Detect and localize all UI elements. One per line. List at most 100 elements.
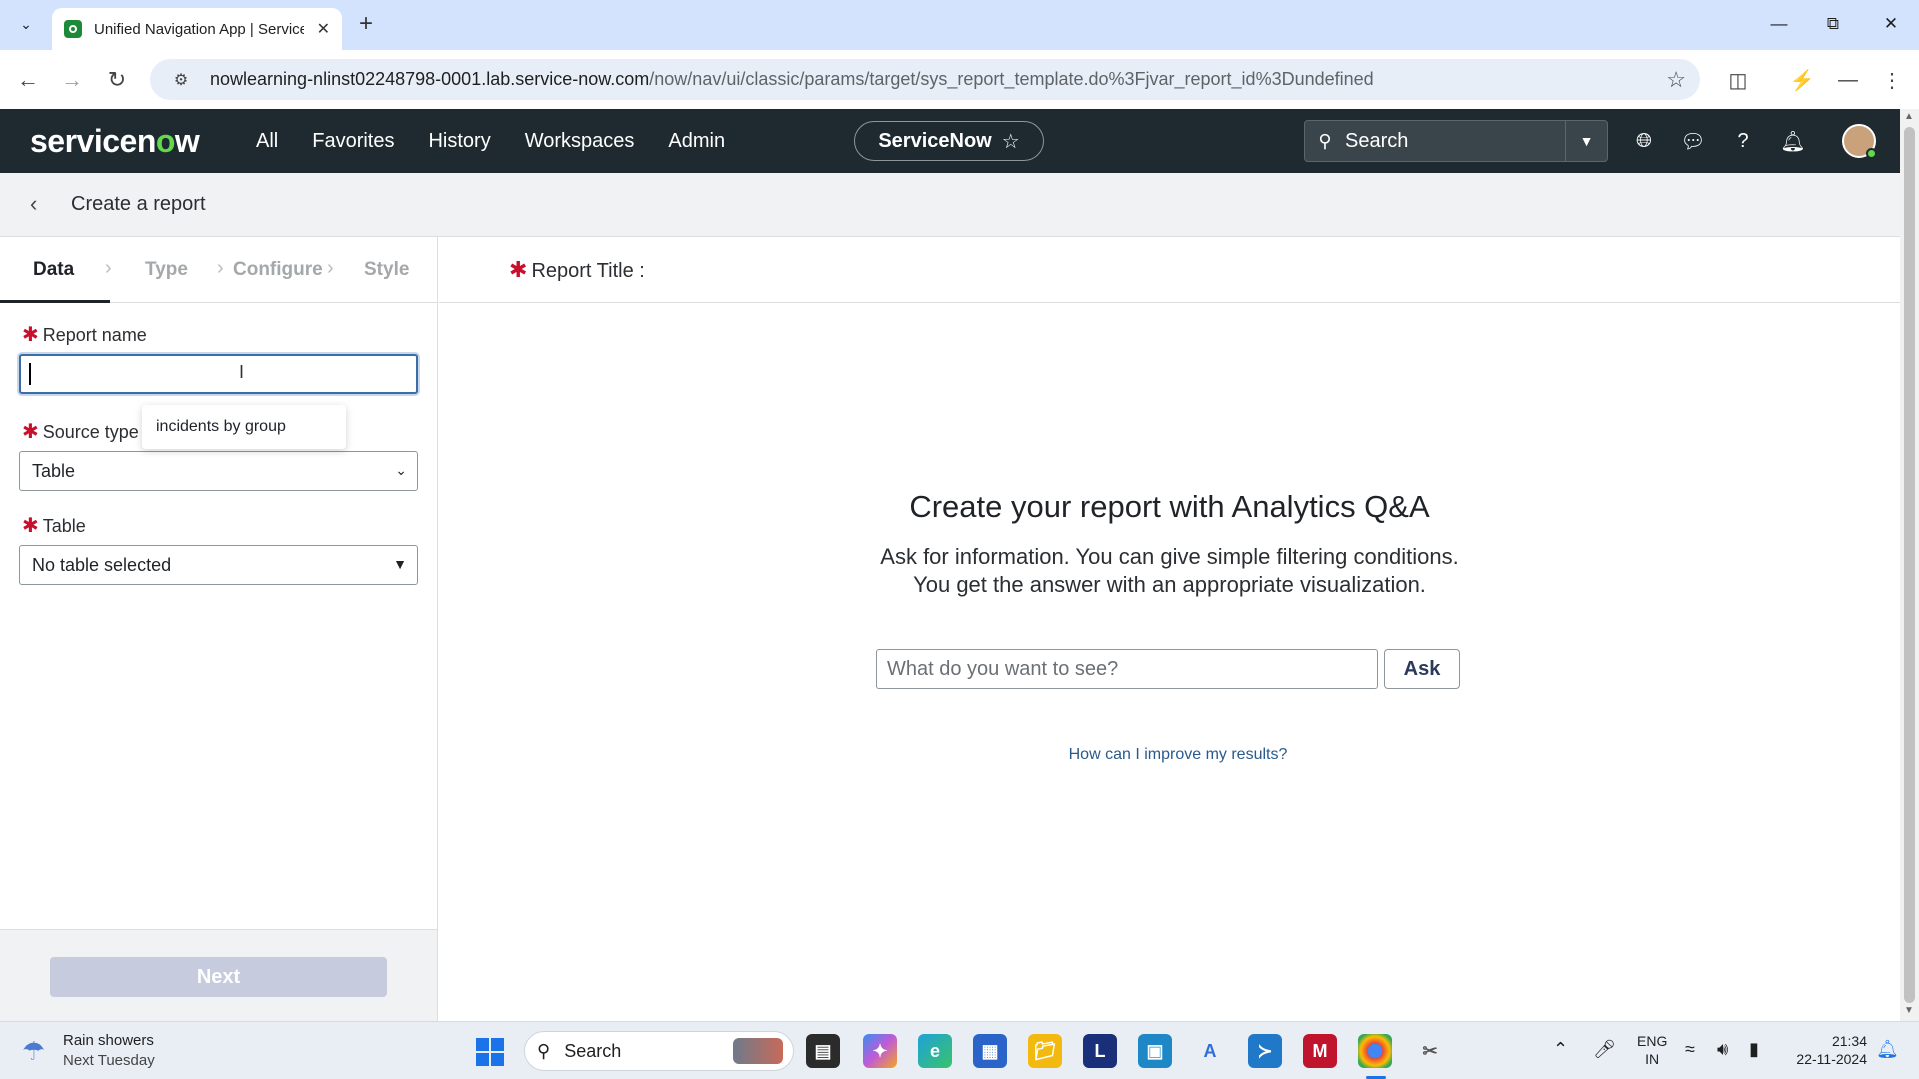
minimize-icon[interactable]: —	[1754, 8, 1804, 40]
page-scrollbar[interactable]: ▲ ▼	[1900, 109, 1919, 1021]
nav-workspaces[interactable]: Workspaces	[525, 130, 635, 153]
table-value: No table selected	[32, 554, 172, 575]
extensions-icon[interactable]: ◫	[1722, 64, 1754, 96]
taskbar-search[interactable]: ⚲ Search	[524, 1031, 794, 1071]
battery-icon[interactable]: ▮	[1749, 1039, 1759, 1060]
globe-icon[interactable]: 🌐︎	[1630, 127, 1658, 155]
site-info-icon[interactable]: ⚙	[170, 69, 192, 91]
l-app-icon[interactable]: L	[1083, 1034, 1117, 1068]
step-configure[interactable]: Configure	[233, 259, 323, 281]
improve-results-link[interactable]: How can I improve my results?	[439, 746, 1917, 764]
qa-question-input[interactable]: What do you want to see?	[876, 649, 1378, 689]
report-name-label: ✱ Report name	[22, 322, 147, 347]
panel-footer: Next	[0, 929, 437, 1021]
search-icon: ⚲	[1318, 130, 1332, 151]
weather-title[interactable]: Rain showers	[63, 1032, 154, 1049]
logo-text-left: servicen	[30, 123, 156, 159]
report-name-input[interactable]: I	[19, 354, 418, 394]
step-style[interactable]: Style	[364, 259, 409, 281]
favorite-star-icon[interactable]: ☆	[1002, 129, 1020, 154]
chrome-icon[interactable]	[1358, 1034, 1392, 1068]
weather-rain-icon[interactable]: ☂	[22, 1036, 45, 1067]
mcafee-icon[interactable]: M	[1303, 1034, 1337, 1068]
step-data[interactable]: Data	[33, 259, 74, 281]
help-icon[interactable]: ?	[1729, 127, 1757, 155]
clock-date: 22-11-2024	[1796, 1051, 1867, 1067]
bookmark-star-icon[interactable]: ☆	[1666, 67, 1686, 93]
back-chevron-icon[interactable]: ‹	[30, 191, 37, 217]
qa-description: Ask for information. You can give simple…	[439, 543, 1900, 599]
tab-search-chevron-icon[interactable]: ⌄	[12, 10, 40, 38]
store-icon[interactable]: ▦	[973, 1034, 1007, 1068]
scroll-up-icon[interactable]: ▲	[1904, 111, 1914, 122]
search-highlight-image	[733, 1038, 783, 1064]
ibeam-cursor-icon: I	[239, 362, 245, 382]
ask-button[interactable]: Ask	[1384, 649, 1460, 689]
search-scope-dropdown-icon[interactable]: ▼	[1565, 121, 1607, 161]
url-text: nowlearning-nlinst02248798-0001.lab.serv…	[210, 69, 1374, 90]
global-search-placeholder: Search	[1345, 129, 1409, 152]
logo-text-o: o	[155, 123, 176, 159]
language-indicator[interactable]: ENG IN	[1637, 1032, 1667, 1068]
next-button[interactable]: Next	[50, 957, 387, 997]
autocomplete-suggestion[interactable]: incidents by group	[142, 405, 346, 449]
microphone-icon[interactable]: 🎤︎	[1593, 1039, 1616, 1060]
language-code: ENG	[1637, 1033, 1668, 1049]
windows-start-icon[interactable]	[476, 1038, 504, 1066]
scope-pill[interactable]: ServiceNow ☆	[854, 121, 1044, 161]
vscode-icon[interactable]: ≻	[1248, 1034, 1282, 1068]
scrollbar-thumb[interactable]	[1904, 127, 1915, 1003]
source-type-value: Table	[32, 460, 76, 481]
file-explorer-icon[interactable]: 📁︎	[1028, 1034, 1062, 1068]
back-icon[interactable]: ←	[12, 64, 44, 96]
active-step-indicator	[0, 300, 110, 303]
azure-icon[interactable]: A	[1193, 1034, 1227, 1068]
browser-tab[interactable]: Unified Navigation App | ServiceNow ✕	[52, 8, 342, 50]
restore-icon[interactable]: ⧉	[1808, 8, 1858, 40]
step-nav: Data › Type › Configure › Style	[0, 237, 438, 303]
source-type-label: ✱ Source type	[22, 419, 139, 444]
required-icon: ✱	[22, 324, 39, 346]
step-chevron-icon: ›	[327, 257, 334, 279]
page-subheader: ‹ Create a report	[0, 173, 1900, 237]
nav-history[interactable]: History	[428, 130, 490, 153]
step-type[interactable]: Type	[145, 259, 188, 281]
notification-bell-icon[interactable]: 🔔︎	[1876, 1039, 1899, 1060]
edge-icon[interactable]: e	[918, 1034, 952, 1068]
windows-taskbar: ☂ Rain showers Next Tuesday ⚲ Search ▤ ✦…	[0, 1021, 1919, 1079]
address-bar[interactable]: ⚙ nowlearning-nlinst02248798-0001.lab.se…	[150, 59, 1700, 100]
nav-admin[interactable]: Admin	[668, 130, 725, 153]
performance-icon[interactable]: ⚡	[1786, 64, 1818, 96]
url-path: /now/nav/ui/classic/params/target/sys_re…	[649, 69, 1374, 89]
remote-desktop-icon[interactable]: ▣	[1138, 1034, 1172, 1068]
nav-all[interactable]: All	[256, 130, 278, 153]
task-view-icon[interactable]: ▤	[806, 1034, 840, 1068]
required-icon: ✱	[22, 515, 39, 537]
scroll-down-icon[interactable]: ▼	[1904, 1005, 1914, 1016]
browser-menu-icon[interactable]: ⋮	[1876, 64, 1908, 96]
source-type-select[interactable]: Table ⌄	[19, 451, 418, 491]
nav-favorites[interactable]: Favorites	[312, 130, 394, 153]
user-avatar[interactable]	[1842, 124, 1877, 159]
window-close-icon[interactable]: ✕	[1866, 8, 1916, 40]
servicenow-logo[interactable]: servicenow	[30, 123, 200, 160]
notifications-bell-icon[interactable]: 🔔︎	[1779, 127, 1807, 155]
sync-icon[interactable]: —	[1832, 64, 1864, 96]
table-select[interactable]: No table selected ▼	[19, 545, 418, 585]
forward-icon[interactable]: →	[56, 64, 88, 96]
volume-icon[interactable]: 🔊︎	[1717, 1039, 1728, 1060]
chat-icon[interactable]: 💬︎	[1679, 127, 1707, 155]
source-type-label-text: Source type	[42, 422, 139, 442]
global-search[interactable]: ⚲ Search ▼	[1304, 120, 1608, 162]
wifi-icon[interactable]: ≈	[1685, 1039, 1695, 1060]
system-clock[interactable]: 21:34 22-11-2024	[1787, 1032, 1867, 1068]
copilot-icon[interactable]: ✦	[863, 1034, 897, 1068]
reload-icon[interactable]: ↻	[101, 64, 133, 96]
report-preview-panel: ✱ Report Title : Create your report with …	[439, 237, 1900, 1021]
report-title-label[interactable]: ✱ Report Title :	[509, 257, 645, 283]
tray-overflow-icon[interactable]: ⌃	[1553, 1039, 1568, 1060]
scope-label: ServiceNow	[878, 129, 992, 152]
tab-close-icon[interactable]: ✕	[317, 19, 330, 39]
new-tab-icon[interactable]: +	[352, 10, 380, 38]
snipping-tool-icon[interactable]: ✂	[1413, 1034, 1447, 1068]
